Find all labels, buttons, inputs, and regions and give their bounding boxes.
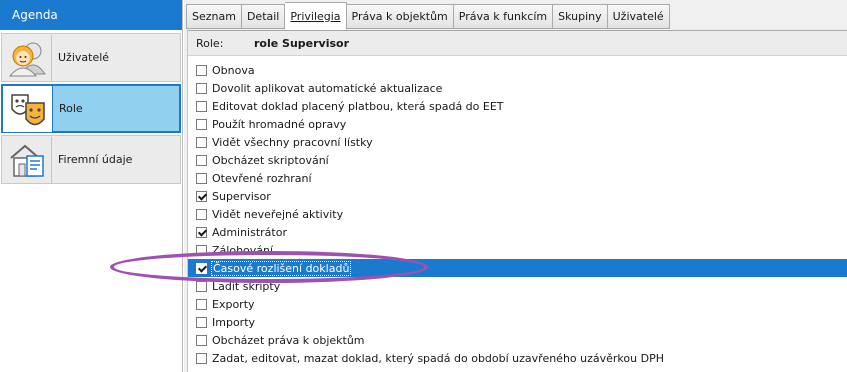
privilege-label: Editovat doklad placený platbou, která s… <box>212 99 504 113</box>
privilege-label: Zálohování <box>212 243 274 257</box>
privilege-label: Vidět neveřejné aktivity <box>212 207 344 221</box>
privilege-label: Exporty <box>212 297 255 311</box>
sidebar-item-label: Role <box>59 102 83 115</box>
privilege-row[interactable]: Použít hromadné opravy <box>188 115 847 133</box>
tab-seznam[interactable]: Seznam <box>186 4 242 29</box>
privilege-row[interactable]: Exporty <box>188 295 847 313</box>
privilege-label: Vidět všechny pracovní lístky <box>212 135 373 149</box>
checkbox-checked[interactable] <box>196 226 207 238</box>
tab-detail[interactable]: Detail <box>241 4 286 29</box>
sidebar-item-users[interactable]: Uživatelé <box>1 33 181 82</box>
checkbox-unchecked[interactable] <box>196 334 207 346</box>
privilege-row[interactable]: Editovat doklad placený platbou, která s… <box>188 97 847 115</box>
privilege-label: Zadat, editovat, mazat doklad, který spa… <box>212 351 664 365</box>
tab-groups[interactable]: Skupiny <box>553 4 608 29</box>
privilege-row[interactable]: Obcházet skriptování <box>188 151 847 169</box>
privilege-label: Obcházet práva k objektům <box>212 333 365 347</box>
sidebar-item-company-data[interactable]: Firemní údaje <box>1 135 181 184</box>
privilege-row[interactable]: Supervisor <box>188 187 847 205</box>
privilege-row[interactable]: Vidět neveřejné aktivity <box>188 205 847 223</box>
privilege-row[interactable]: Dovolit aplikovat automatické aktualizac… <box>188 79 847 97</box>
privilege-label: Administrátor <box>212 225 287 239</box>
checkbox-unchecked[interactable] <box>196 136 207 148</box>
privilege-row[interactable]: Časové rozlišení dokladů <box>188 259 847 277</box>
checkbox-checked[interactable] <box>196 190 207 202</box>
checkbox-unchecked[interactable] <box>196 172 207 184</box>
users-icon <box>2 34 52 81</box>
role-header: Role: role Supervisor <box>188 31 847 56</box>
privilege-label: Časové rozlišení dokladů <box>210 260 352 276</box>
privilege-row[interactable]: Importy <box>188 313 847 331</box>
checkbox-unchecked[interactable] <box>196 316 207 328</box>
privilege-list: Obnova Dovolit aplikovat automatické aktu… <box>188 61 847 367</box>
checkbox-unchecked[interactable] <box>196 280 207 292</box>
tab-function-rights[interactable]: Práva k funkcím <box>453 4 554 29</box>
sidebar-item-label: Firemní údaje <box>58 153 133 166</box>
privilege-row[interactable]: Administrátor <box>188 223 847 241</box>
tab-users[interactable]: Uživatelé <box>607 4 670 29</box>
tab-object-rights[interactable]: Práva k objektům <box>346 4 454 29</box>
checkbox-unchecked[interactable] <box>196 154 207 166</box>
privilege-label: Supervisor <box>212 189 271 203</box>
company-icon <box>2 136 52 183</box>
privilege-row[interactable]: Zadat, editovat, mazat doklad, který spa… <box>188 349 847 367</box>
checkbox-checked[interactable] <box>196 262 207 274</box>
detail-panel: Seznam Detail Privilegia Práva k objektů… <box>184 0 847 372</box>
privileges-pane: Role: role Supervisor Obnova Dovolit apli… <box>187 30 847 372</box>
checkbox-unchecked[interactable] <box>196 64 207 76</box>
privilege-label: Obcházet skriptování <box>212 153 329 167</box>
role-value: role Supervisor <box>254 36 350 50</box>
agenda-sidebar: Agenda Uživatelé Role Firemní údaje <box>0 0 183 372</box>
privilege-label: Obnova <box>212 63 255 77</box>
checkbox-unchecked[interactable] <box>196 244 207 256</box>
privilege-row[interactable]: Obcházet práva k objektům <box>188 331 847 349</box>
privilege-label: Ladit skripty <box>212 279 281 293</box>
role-masks-icon <box>3 85 53 132</box>
tab-privilegia[interactable]: Privilegia <box>285 2 347 30</box>
sidebar-item-label: Uživatelé <box>58 51 110 64</box>
checkbox-unchecked[interactable] <box>196 208 207 220</box>
checkbox-unchecked[interactable] <box>196 352 207 364</box>
privilege-row[interactable]: Ladit skripty <box>188 277 847 295</box>
privilege-label: Otevřené rozhraní <box>212 171 312 185</box>
checkbox-unchecked[interactable] <box>196 118 207 130</box>
tab-bar: Seznam Detail Privilegia Práva k objektů… <box>186 2 670 30</box>
agenda-header: Agenda <box>0 0 182 30</box>
checkbox-unchecked[interactable] <box>196 100 207 112</box>
sidebar-item-role[interactable]: Role <box>1 84 181 133</box>
agenda-header-title: Agenda <box>12 8 58 22</box>
role-label: Role: <box>196 36 224 50</box>
privilege-label: Importy <box>212 315 256 329</box>
privilege-label: Použít hromadné opravy <box>212 117 347 131</box>
privilege-row[interactable]: Otevřené rozhraní <box>188 169 847 187</box>
checkbox-unchecked[interactable] <box>196 298 207 310</box>
privilege-row[interactable]: Obnova <box>188 61 847 79</box>
privilege-row[interactable]: Vidět všechny pracovní lístky <box>188 133 847 151</box>
privilege-row[interactable]: Zálohování <box>188 241 847 259</box>
privilege-label: Dovolit aplikovat automatické aktualizac… <box>212 81 443 95</box>
checkbox-unchecked[interactable] <box>196 82 207 94</box>
